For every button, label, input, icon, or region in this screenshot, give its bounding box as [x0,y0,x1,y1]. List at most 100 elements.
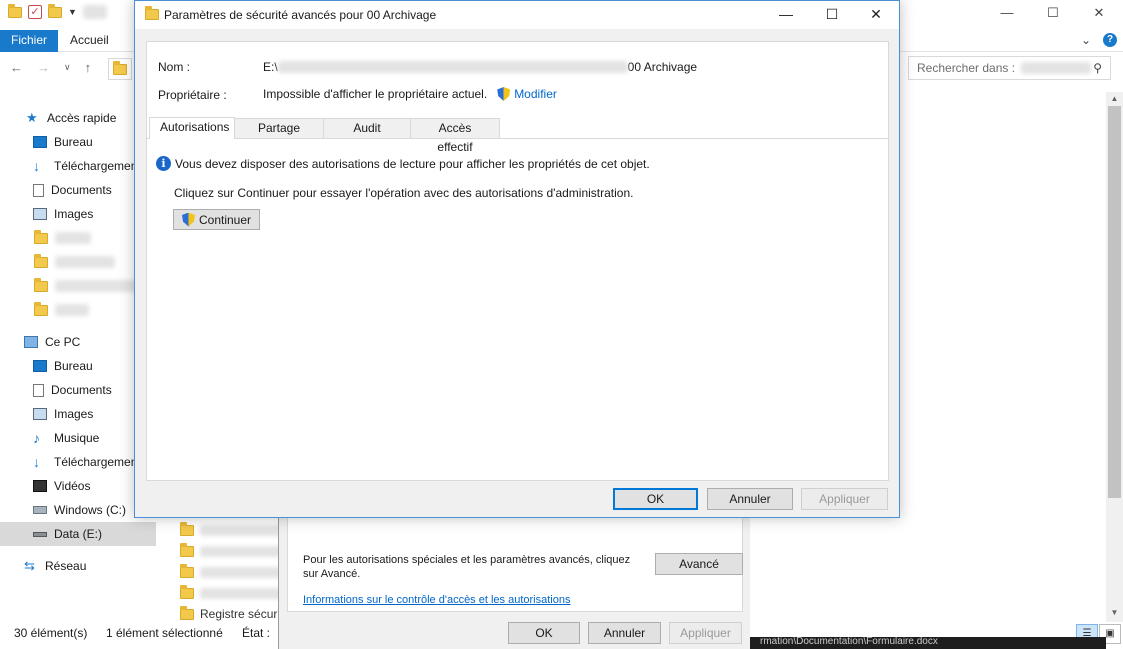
vertical-scrollbar[interactable]: ▲ ▼ [1106,92,1123,622]
music-icon: ♪ [33,430,40,446]
search-input[interactable]: Rechercher dans : ⚲ [908,56,1111,80]
drive-icon [33,531,47,537]
background-window-strip: rmation\Documentation\Formulaire.docx [740,637,1106,649]
name-value: E:\ 00 Archivage [263,60,697,74]
maximize-icon[interactable]: ☐ [809,1,855,29]
access-control-info-link[interactable]: Informations sur le contrôle d'accès et … [303,594,570,606]
sidebar-item-network[interactable]: ⇆ Réseau [0,554,160,578]
blurred-folder-name [55,256,115,268]
properties-dialog: Pour les autorisations spéciales et les … [278,516,750,649]
owner-label: Propriétaire : [158,88,227,102]
folder-icon [145,6,159,20]
cancel-button[interactable]: Annuler [588,622,661,644]
expand-ribbon-icon[interactable]: ⌄ [1081,33,1091,47]
sidebar-item-label: Téléchargemen [54,455,138,469]
name-prefix: E:\ [263,60,278,74]
item-count: 30 élément(s) [14,626,88,640]
scroll-thumb[interactable] [1108,106,1121,498]
scroll-down-icon[interactable]: ▼ [1106,606,1123,620]
blurred-file-name [200,566,284,578]
customize-toolbar-icon[interactable]: ▼ [68,7,77,17]
maximize-icon[interactable]: ☐ [1030,0,1076,28]
folder-icon [34,277,48,292]
ok-button[interactable]: OK [613,488,698,510]
close-icon[interactable]: ✕ [1076,0,1122,28]
blurred-folder-name [55,304,89,316]
tab-effective-access[interactable]: Accès effectif [410,118,500,154]
continue-button[interactable]: Continuer [173,209,260,230]
ok-button[interactable]: OK [508,622,580,644]
documents-icon [33,183,44,197]
documents-icon [33,383,44,397]
state-label: État : [242,626,271,640]
sidebar-item-label: Documents [51,183,112,197]
blurred-title [82,5,107,19]
new-folder-icon[interactable] [48,3,62,18]
sidebar-item-label: Bureau [54,135,93,149]
owner-value: Impossible d'afficher le propriétaire ac… [263,87,488,101]
search-icon[interactable]: ⚲ [1093,61,1102,75]
sidebar-item-label: Réseau [45,559,87,573]
info-icon: i [156,156,171,171]
blurred-file-name [200,524,284,536]
blurred-file-name [200,545,284,557]
tab-fichier[interactable]: Fichier [0,30,58,52]
sidebar-item-drive-e[interactable]: Data (E:) [0,522,156,546]
advanced-description: Pour les autorisations spéciales et les … [303,554,631,580]
folder-icon [180,542,194,557]
list-item[interactable] [180,562,284,582]
minimize-icon[interactable]: — [763,1,809,29]
ribbon-right-controls: ⌄ ? [1081,33,1117,47]
help-icon[interactable]: ? [1103,33,1117,47]
minimize-icon[interactable]: — [984,0,1030,28]
up-icon[interactable]: ↑ [85,60,92,75]
blurred-file-name [200,587,284,599]
change-owner-link[interactable]: Modifier [497,87,557,101]
back-icon[interactable]: ← [10,60,23,75]
sidebar-item-label: Téléchargemen [54,159,138,173]
blurred-folder-name [55,280,141,292]
close-icon[interactable]: ✕ [853,1,899,29]
sidebar-item-label: Accès rapide [47,111,117,125]
star-icon: ★ [26,110,38,125]
blurred-folder-name [55,232,91,244]
search-placeholder: Rechercher dans : [917,61,1016,75]
images-icon [33,208,47,220]
list-item-label: Registre sécurit [200,607,284,621]
advanced-button[interactable]: Avancé [655,553,743,575]
tab-accueil[interactable]: Accueil [70,30,109,52]
sidebar-item-label: Windows (C:) [54,503,127,517]
properties-icon[interactable]: ✓ [28,5,42,19]
folder-icon [180,605,194,620]
tab-divider [147,138,888,139]
scroll-up-icon[interactable]: ▲ [1106,92,1123,106]
apply-button[interactable]: Appliquer [669,622,742,644]
sidebar-item-label: Vidéos [54,479,91,493]
dialog-content: Nom : E:\ 00 Archivage Propriétaire : Im… [146,41,889,481]
sidebar-item-label: Musique [54,431,100,445]
nav-arrows: ← → ∨ ↑ [10,60,91,75]
owner-value-row: Impossible d'afficher le propriétaire ac… [263,87,557,101]
images-icon [33,408,47,420]
cancel-button[interactable]: Annuler [707,488,793,510]
forward-icon[interactable]: → [37,60,50,75]
apply-button[interactable]: Appliquer [801,488,888,510]
security-panel: Pour les autorisations spéciales et les … [287,516,743,612]
network-icon: ⇆ [24,558,35,573]
recent-locations-icon[interactable]: ∨ [64,62,71,73]
tab-audit[interactable]: Audit [323,118,411,139]
download-icon: ↓ [33,158,40,174]
uac-shield-icon [182,213,195,227]
folder-icon [34,229,48,244]
list-item[interactable] [180,520,284,540]
dialog-title: Paramètres de sécurité avancés pour 00 A… [164,8,437,22]
tab-permissions[interactable]: Autorisations [149,117,235,139]
download-icon: ↓ [33,454,40,470]
list-item[interactable] [180,541,284,561]
folder-icon [8,3,22,18]
list-item[interactable] [180,583,284,603]
tab-sharing[interactable]: Partage [234,118,324,139]
list-item[interactable]: Registre sécurit [180,604,283,624]
address-bar[interactable] [108,58,132,80]
desktop-icon [33,136,47,148]
